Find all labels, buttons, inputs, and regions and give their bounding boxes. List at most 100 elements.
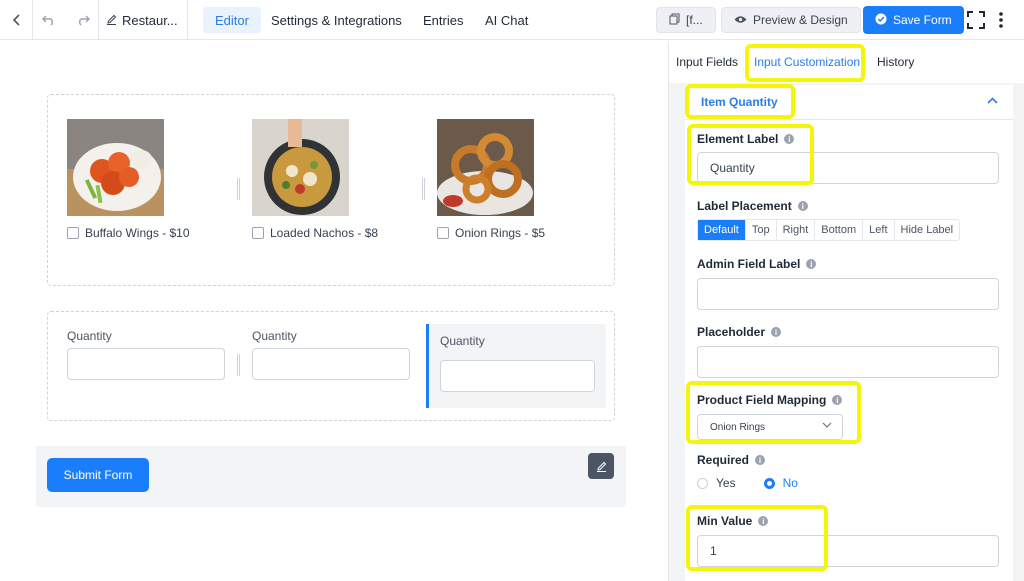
submit-button-wrapper[interactable]: Submit Form [36, 446, 626, 507]
placement-option-right[interactable]: Right [777, 220, 816, 240]
info-icon[interactable]: i [758, 516, 769, 526]
tab-input-fields[interactable]: Input Fields [676, 55, 738, 69]
column-resize-handle[interactable] [237, 354, 240, 376]
field-label-text: Element Label [697, 132, 779, 146]
divider [32, 0, 33, 40]
tab-input-customization[interactable]: Input Customization [754, 55, 860, 69]
placement-option-bottom[interactable]: Bottom [815, 220, 864, 240]
quantity-label: Quantity [67, 329, 112, 343]
radio-label-no[interactable]: No [783, 476, 798, 490]
field-label-text: Label Placement [697, 199, 792, 213]
buffalo-wings-image [67, 119, 164, 216]
preview-label: Preview & Design [753, 13, 848, 27]
required-heading: Required i [697, 453, 766, 467]
placeholder-heading: Placeholder i [697, 325, 782, 339]
divider [685, 119, 1013, 120]
product-items-container[interactable]: Buffalo Wings - $10 Loaded Nachos - $8 O… [47, 94, 615, 286]
more-vertical-icon[interactable] [992, 0, 1010, 40]
loaded-nachos-image [252, 119, 349, 216]
admin-field-label-input[interactable] [697, 278, 999, 310]
column-resize-handle[interactable] [237, 178, 240, 200]
element-label-heading: Element Label i [697, 132, 795, 146]
info-icon[interactable]: i [771, 327, 782, 337]
field-label-text: Admin Field Label [697, 257, 801, 271]
info-icon[interactable]: i [797, 201, 808, 211]
element-label-input[interactable]: Quantity [697, 152, 999, 184]
product-item-buffalo-wings[interactable]: Buffalo Wings - $10 [67, 119, 227, 240]
column-resize-handle[interactable] [422, 178, 425, 200]
quantity-input[interactable] [67, 348, 225, 380]
quantity-column-selected[interactable]: Quantity [426, 324, 606, 408]
chevron-up-icon[interactable] [987, 93, 998, 107]
quantity-input[interactable] [440, 360, 595, 392]
product-checkbox[interactable] [67, 227, 79, 239]
required-yes-radio[interactable] [697, 477, 708, 489]
preview-design-button[interactable]: Preview & Design [721, 7, 861, 33]
tab-ai-chat[interactable]: AI Chat [473, 7, 540, 33]
tab-entries[interactable]: Entries [411, 7, 475, 33]
product-checkbox-label[interactable]: Buffalo Wings - $10 [67, 226, 227, 240]
quantity-input[interactable] [252, 348, 410, 380]
product-name: Buffalo Wings - $10 [85, 226, 190, 240]
placement-option-top[interactable]: Top [746, 220, 777, 240]
edit-icon[interactable] [588, 453, 614, 479]
placement-option-left[interactable]: Left [863, 220, 895, 240]
redo-icon[interactable] [72, 0, 94, 40]
fullscreen-icon[interactable] [964, 0, 988, 40]
copy-icon [669, 13, 680, 28]
placement-option-hide-label[interactable]: Hide Label [895, 220, 960, 240]
required-no-radio[interactable] [763, 477, 775, 489]
radio-label-yes[interactable]: Yes [716, 476, 736, 490]
select-value: Onion Rings [710, 421, 766, 433]
tab-editor[interactable]: Editor [203, 7, 261, 33]
divider [187, 0, 188, 40]
product-checkbox-label[interactable]: Loaded Nachos - $8 [252, 226, 412, 240]
product-item-loaded-nachos[interactable]: Loaded Nachos - $8 [252, 119, 412, 240]
product-checkbox[interactable] [252, 227, 264, 239]
placement-option-default[interactable]: Default [698, 220, 746, 240]
eye-icon [734, 13, 747, 27]
sidebar-tabs: Input Fields Input Customization History [669, 41, 1024, 83]
item-quantity-panel: Item Quantity Element Label i Quantity L… [685, 85, 1013, 581]
quantity-label: Quantity [252, 329, 297, 343]
submit-form-button[interactable]: Submit Form [47, 458, 149, 492]
info-icon[interactable]: i [755, 455, 766, 465]
field-label-text: Min Value [697, 514, 753, 528]
field-label-text: Placeholder [697, 325, 766, 339]
info-icon[interactable]: i [832, 395, 843, 405]
quantity-fields-container[interactable]: Quantity Quantity Quantity [47, 311, 615, 421]
product-field-mapping-heading: Product Field Mapping i [697, 393, 843, 407]
info-icon[interactable]: i [784, 134, 795, 144]
field-label-text: Product Field Mapping [697, 393, 827, 407]
product-field-mapping-select[interactable]: Onion Rings [697, 414, 843, 440]
tab-settings-integrations[interactable]: Settings & Integrations [259, 7, 414, 33]
top-toolbar: Restaur... Editor Settings & Integration… [0, 0, 1024, 40]
placeholder-input[interactable] [697, 346, 999, 378]
product-checkbox-label[interactable]: Onion Rings - $5 [437, 226, 597, 240]
active-tab-indicator [754, 80, 861, 82]
field-label-text: Required [697, 453, 750, 467]
panel-title[interactable]: Item Quantity [701, 95, 778, 109]
tab-history[interactable]: History [877, 55, 914, 69]
form-title[interactable]: Restaur... [106, 0, 178, 40]
form-title-text: Restaur... [122, 12, 178, 28]
divider [98, 0, 99, 40]
pencil-icon [106, 13, 117, 28]
check-circle-icon [875, 13, 887, 28]
back-icon[interactable] [4, 0, 30, 40]
undo-icon[interactable] [38, 0, 60, 40]
min-value-input[interactable]: 1 [697, 535, 999, 567]
admin-field-label-heading: Admin Field Label i [697, 257, 817, 271]
quantity-label: Quantity [440, 334, 485, 348]
settings-sidebar: Input Fields Input Customization History… [668, 41, 1024, 581]
info-icon[interactable]: i [806, 259, 817, 269]
chevron-down-icon [822, 420, 832, 431]
label-placement-heading: Label Placement i [697, 199, 808, 213]
shortcode-button[interactable]: [f... [656, 7, 716, 33]
product-item-onion-rings[interactable]: Onion Rings - $5 [437, 119, 597, 240]
save-form-button[interactable]: Save Form [863, 6, 964, 34]
required-radio-group: Yes No [697, 476, 798, 490]
onion-rings-image [437, 119, 534, 216]
product-checkbox[interactable] [437, 227, 449, 239]
product-name: Onion Rings - $5 [455, 226, 546, 240]
